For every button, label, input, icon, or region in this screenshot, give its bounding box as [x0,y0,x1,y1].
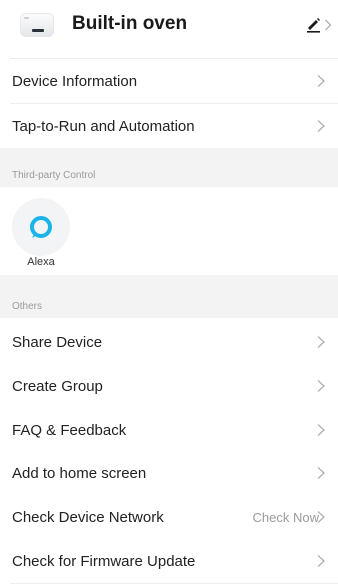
chevron-right-icon [325,19,332,31]
chevron-right-icon [317,511,325,523]
section-title: Others [12,301,43,312]
menu-label: Device Information [12,73,138,90]
third-party-services: Alexa [0,187,338,275]
chevron-right-icon [317,75,325,87]
alexa-icon [30,216,52,238]
chevron-right-icon [317,336,325,348]
device-title: Built-in oven [72,13,188,34]
menu-row-faq-feedback[interactable]: FAQ & Feedback [0,408,338,452]
oven-slot [32,29,44,32]
chevron-right-icon [317,120,325,132]
section-header-others: Others [0,275,338,318]
menu-row-share-device[interactable]: Share Device [0,320,338,364]
menu-row-create-group[interactable]: Create Group [0,364,338,408]
menu-label: Add to home screen [12,465,147,482]
menu-label: Create Group [12,378,103,395]
menu-label: Check Device Network [12,509,164,526]
oven-knob [24,17,29,19]
chevron-right-icon [317,555,325,567]
menu-label: FAQ & Feedback [12,422,127,439]
menu-label: Tap-to-Run and Automation [12,118,195,135]
divider [10,583,338,584]
menu-label: Check for Firmware Update [12,553,196,570]
menu-row-device-information[interactable]: Device Information [0,59,338,103]
device-header: Built-in oven [0,0,338,58]
alexa-label: Alexa [27,256,55,268]
oven-thumbnail-icon [20,13,54,37]
chevron-right-icon [317,424,325,436]
edit-name-button[interactable] [305,14,333,36]
menu-row-check-device-network[interactable]: Check Device Network Check Now [0,495,338,539]
chevron-right-icon [317,467,325,479]
menu-row-add-to-home-screen[interactable]: Add to home screen [0,451,338,495]
menu-row-check-firmware-update[interactable]: Check for Firmware Update [0,539,338,583]
menu-label: Share Device [12,334,103,351]
alexa-button[interactable] [12,198,70,256]
chevron-right-icon [317,380,325,392]
section-title: Third-party Control [12,170,96,181]
check-now-link[interactable]: Check Now [253,510,319,525]
section-header-third-party: Third-party Control [0,148,338,187]
menu-row-tap-to-run[interactable]: Tap-to-Run and Automation [0,104,338,148]
